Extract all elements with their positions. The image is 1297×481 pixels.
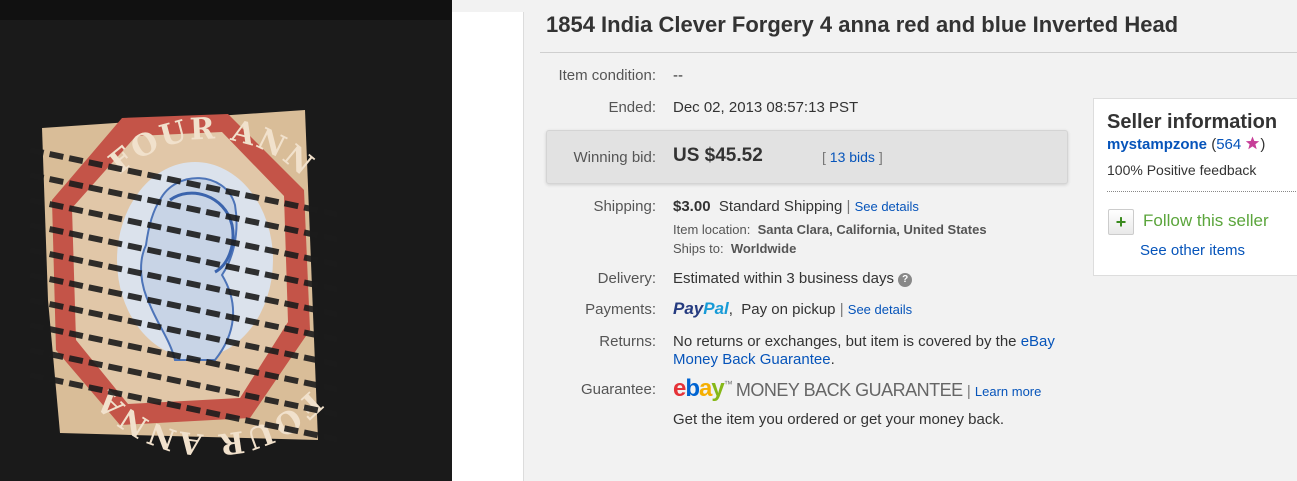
- winning-bid-value: US $45.52: [673, 145, 763, 166]
- returns-line2: Money Back Guarantee.: [673, 351, 835, 368]
- ships-to-value: Worldwide: [730, 241, 797, 256]
- see-other-items-link[interactable]: See other items: [1140, 242, 1245, 259]
- shipping-method: Standard Shipping: [718, 198, 843, 215]
- guarantee-row: ebay™ MONEY BACK GUARANTEE | Learn more: [673, 375, 1041, 403]
- condition-label: Item condition:: [558, 67, 656, 84]
- guarantee-label: Guarantee:: [580, 381, 656, 398]
- seller-score-link[interactable]: 564: [1216, 136, 1241, 153]
- bids-link[interactable]: 13 bids: [830, 149, 875, 165]
- stamp-image: FOUR ANNAS FOUR ANNAS: [0, 0, 452, 481]
- guarantee-text: Get the item you ordered or get your mon…: [673, 411, 1005, 428]
- shipping-row: $3.00 Standard Shipping | See details: [673, 198, 919, 215]
- payments-row: PayPal, Pay on pickup | See details: [673, 299, 913, 318]
- payments-label: Payments:: [585, 301, 656, 318]
- shipping-label: Shipping:: [593, 198, 656, 215]
- money-back-guarantee-link[interactable]: Money Back Guarantee: [673, 351, 831, 368]
- delivery-row: Estimated within 3 business days ?: [673, 270, 913, 287]
- item-location-value: Santa Clara, California, United States: [757, 222, 987, 237]
- title-divider: [540, 52, 1297, 53]
- shipping-separator: |: [846, 198, 851, 215]
- ended-value: Dec 02, 2013 08:57:13 PST: [673, 99, 859, 116]
- seller-name-row: mystampzone (564 ): [1107, 136, 1266, 153]
- seller-name-link[interactable]: mystampzone: [1107, 136, 1207, 153]
- returns-line1: No returns or exchanges, but item is cov…: [673, 333, 1055, 350]
- item-location-label: Item location:: [673, 222, 751, 237]
- item-title: 1854 India Clever Forgery 4 anna red and…: [546, 12, 1179, 37]
- gallery-panel: [452, 12, 524, 481]
- winning-bid-label: Winning bid:: [573, 149, 656, 166]
- condition-value: --: [673, 67, 683, 84]
- ebay-logo-icon: ebay™: [673, 375, 733, 402]
- payments-value: Pay on pickup: [741, 301, 836, 318]
- item-photo[interactable]: FOUR ANNAS FOUR ANNAS: [0, 0, 452, 481]
- seller-info-panel: Seller information mystampzone (564 ) 10…: [1093, 98, 1297, 276]
- ended-label: Ended:: [608, 99, 656, 116]
- paypal-logo-icon: PayPal: [673, 299, 729, 318]
- seller-feedback: 100% Positive feedback: [1107, 162, 1257, 178]
- returns-label: Returns:: [599, 333, 656, 350]
- returns-ebay-link[interactable]: eBay: [1021, 333, 1055, 350]
- returns-text: No returns or exchanges, but item is cov…: [673, 333, 1017, 350]
- shipping-see-details-link[interactable]: See details: [855, 199, 919, 214]
- guarantee-separator: |: [966, 383, 971, 400]
- bids-close-bracket: ]: [878, 149, 883, 165]
- seller-info-title: Seller information: [1107, 111, 1278, 133]
- item-location-row: Item location: Santa Clara, California, …: [673, 222, 987, 237]
- follow-seller-link[interactable]: Follow this seller: [1143, 211, 1269, 231]
- ships-to-row: Ships to: Worldwide: [673, 241, 796, 256]
- bids-open-bracket: [: [822, 149, 826, 165]
- delivery-label: Delivery:: [597, 270, 656, 287]
- info-icon[interactable]: ?: [898, 273, 913, 287]
- learn-more-link[interactable]: Learn more: [975, 384, 1041, 399]
- money-back-guarantee-logo: MONEY BACK GUARANTEE: [735, 380, 963, 400]
- payments-see-details-link[interactable]: See details: [848, 302, 912, 317]
- follow-plus-icon[interactable]: +: [1108, 209, 1134, 235]
- payments-separator: |: [839, 301, 844, 318]
- delivery-value: Estimated within 3 business days: [673, 270, 894, 287]
- seller-divider: [1107, 191, 1297, 192]
- shipping-price: $3.00: [673, 198, 711, 215]
- ships-to-label: Ships to:: [673, 241, 724, 256]
- bids-count: [ 13 bids ]: [822, 149, 883, 165]
- star-icon: [1246, 136, 1260, 150]
